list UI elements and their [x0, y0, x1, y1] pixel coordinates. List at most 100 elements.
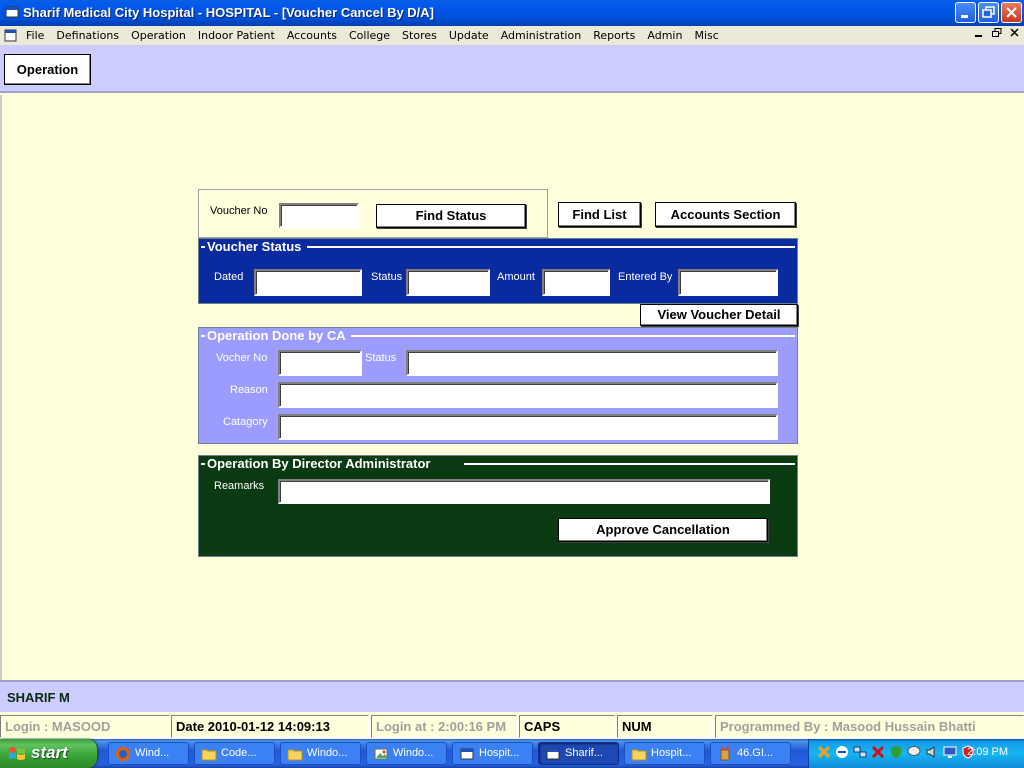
- tools-icon[interactable]: [817, 745, 831, 759]
- taskbar-item[interactable]: Windo...: [366, 742, 447, 765]
- image-viewer-icon: [374, 748, 388, 760]
- status-login: Login : MASOOD: [0, 715, 170, 738]
- paint-icon: [720, 747, 730, 761]
- taskbar-item-label: Sharif...: [565, 747, 603, 759]
- dated-field[interactable]: [254, 269, 362, 296]
- find-status-button[interactable]: Find Status: [376, 204, 526, 228]
- entered-by-label: Entered By: [618, 271, 673, 283]
- menu-reports[interactable]: Reports: [587, 28, 641, 43]
- network-icon[interactable]: [853, 745, 867, 759]
- speaker-icon[interactable]: [925, 745, 939, 759]
- taskbar-item[interactable]: Code...: [194, 742, 275, 765]
- user-bar: SHARIF M: [0, 680, 1024, 712]
- system-tray: 2:09 PM: [808, 739, 1024, 768]
- ca-voucher-no-field[interactable]: [278, 350, 362, 376]
- menu-administration[interactable]: Administration: [495, 28, 588, 43]
- status-date: Date 2010-01-12 14:09:13: [171, 715, 369, 738]
- clock[interactable]: 2:09 PM: [967, 746, 1008, 758]
- category-label: Catagory: [223, 416, 268, 428]
- approve-cancellation-button[interactable]: Approve Cancellation: [558, 518, 768, 542]
- minimize-icon: [974, 35, 982, 37]
- mdi-minimize-button[interactable]: [971, 27, 986, 43]
- remarks-label: Reamarks: [214, 480, 265, 492]
- taskbar-item[interactable]: Hospit...: [624, 742, 705, 765]
- window-title-bar[interactable]: Sharif Medical City Hospital - HOSPITAL …: [0, 0, 1024, 26]
- antivirus-icon[interactable]: [871, 745, 885, 759]
- shield-check-icon[interactable]: [889, 745, 903, 759]
- accounts-section-button[interactable]: Accounts Section: [655, 202, 796, 227]
- find-list-button[interactable]: Find List: [558, 202, 641, 227]
- taskbar-item-label: Windo...: [393, 747, 434, 759]
- amount-label: Amount: [497, 271, 535, 283]
- voucher-no-label: Voucher No: [210, 205, 268, 217]
- menu-file[interactable]: File: [20, 28, 50, 43]
- menu-misc[interactable]: Misc: [688, 28, 724, 43]
- firefox-icon: [116, 747, 130, 761]
- taskbar-item-label: Hospit...: [479, 747, 520, 759]
- minimize-button[interactable]: [955, 2, 976, 23]
- director-panel-title: Operation By Director Administrator: [207, 456, 431, 471]
- status-programmer: Programmed By : Masood Hussain Bhatti: [715, 715, 1024, 738]
- ca-panel-title: Operation Done by CA: [207, 328, 346, 343]
- menu-operation[interactable]: Operation: [125, 28, 192, 43]
- status-field[interactable]: [406, 269, 490, 296]
- group-border-line: [307, 246, 795, 248]
- menu-items: File Definations Operation Indoor Patien…: [20, 28, 725, 43]
- restore-icon: [982, 6, 995, 18]
- menu-indoor-patient[interactable]: Indoor Patient: [192, 28, 281, 43]
- taskbar-item[interactable]: Wind...: [108, 742, 189, 765]
- taskbar-item[interactable]: Hospit...: [452, 742, 533, 765]
- group-border-line: [351, 335, 795, 337]
- monitor-icon[interactable]: [943, 745, 957, 759]
- status-bar: Login : MASOOD Date 2010-01-12 14:09:13 …: [0, 713, 1024, 739]
- menu-accounts[interactable]: Accounts: [281, 28, 343, 43]
- toolbar: Operation: [0, 45, 1024, 93]
- close-icon: [1009, 28, 1019, 37]
- taskbar-item[interactable]: Windo...: [280, 742, 361, 765]
- voucher-no-input[interactable]: [279, 203, 359, 228]
- ca-status-field[interactable]: [406, 350, 778, 376]
- mdi-restore-button[interactable]: [989, 27, 1004, 43]
- status-login-at: Login at : 2:00:16 PM: [371, 715, 517, 738]
- entered-by-field[interactable]: [678, 269, 778, 296]
- taskbar-item-active[interactable]: Sharif...: [538, 742, 619, 765]
- window-title: Sharif Medical City Hospital - HOSPITAL …: [23, 5, 435, 20]
- taskbar-item[interactable]: 46.GI...: [710, 742, 791, 765]
- operation-done-by-ca-panel: Operation Done by CA Vocher No Status Re…: [198, 327, 798, 444]
- taskbar-item-label: Windo...: [307, 747, 348, 759]
- app-icon: [460, 748, 474, 760]
- menu-bar: File Definations Operation Indoor Patien…: [0, 26, 1024, 45]
- windows-flag-icon: [9, 747, 25, 760]
- group-border-line: [464, 463, 795, 465]
- windows-taskbar: start Wind... Code... Windo... Windo... …: [0, 739, 1024, 768]
- taskbar-item-label: 46.GI...: [737, 747, 774, 759]
- menu-college[interactable]: College: [343, 28, 396, 43]
- app-window-icon[interactable]: [5, 5, 19, 19]
- status-num: NUM: [617, 715, 713, 738]
- ca-status-label: Status: [365, 352, 397, 364]
- amount-field[interactable]: [542, 269, 610, 296]
- reason-field[interactable]: [278, 382, 778, 408]
- mdi-close-button[interactable]: [1007, 27, 1022, 43]
- menu-definations[interactable]: Definations: [50, 28, 125, 43]
- document-icon[interactable]: [4, 29, 17, 42]
- restore-button[interactable]: [978, 2, 999, 23]
- menu-update[interactable]: Update: [443, 28, 495, 43]
- category-field[interactable]: [278, 414, 778, 440]
- start-button[interactable]: start: [0, 739, 97, 768]
- start-label: start: [31, 743, 68, 762]
- minus-circle-icon[interactable]: [835, 745, 849, 759]
- reason-label: Reason: [230, 384, 268, 396]
- taskbar-item-label: Code...: [221, 747, 257, 759]
- taskbar-item-label: Wind...: [135, 747, 170, 759]
- folder-icon: [631, 749, 647, 761]
- menu-admin[interactable]: Admin: [641, 28, 688, 43]
- voucher-status-title: Voucher Status: [207, 239, 302, 254]
- menu-stores[interactable]: Stores: [396, 28, 443, 43]
- operation-button[interactable]: Operation: [4, 54, 91, 85]
- remarks-field[interactable]: [278, 479, 770, 504]
- close-button[interactable]: [1001, 2, 1022, 23]
- ca-voucher-no-label: Vocher No: [216, 352, 268, 364]
- view-voucher-detail-button[interactable]: View Voucher Detail: [640, 304, 798, 326]
- chat-icon[interactable]: [907, 745, 921, 759]
